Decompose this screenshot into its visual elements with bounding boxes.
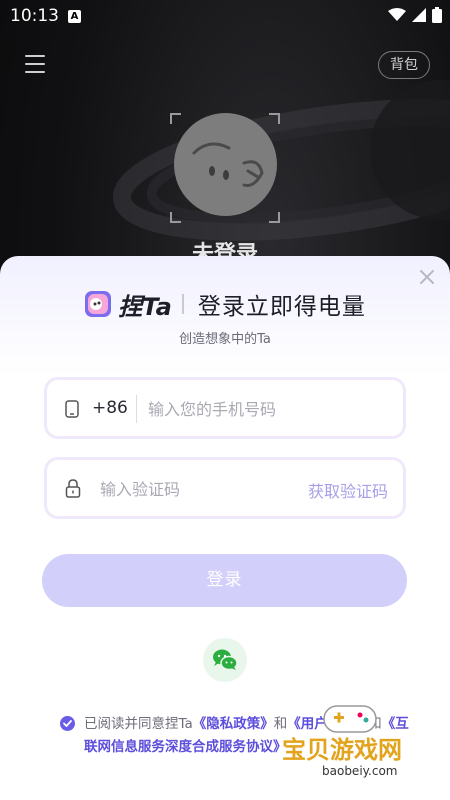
get-code-button[interactable]: 获取验证码	[308, 478, 388, 502]
watermark-text: 宝贝游戏网	[282, 736, 402, 764]
watermark: 宝贝游戏网 baobeiy.com	[280, 700, 440, 792]
notification-icon: A	[68, 10, 81, 23]
phone-icon	[65, 400, 79, 418]
sheet-title-row: 捏Ta 登录立即得电量	[0, 284, 450, 324]
wifi-icon	[388, 8, 406, 21]
wechat-icon	[213, 649, 238, 671]
login-button[interactable]: 登录	[42, 554, 407, 607]
field-divider	[136, 395, 137, 423]
watermark-url: baobeiy.com	[322, 764, 398, 778]
sheet-headline: 登录立即得电量	[197, 294, 366, 320]
wechat-login-button[interactable]	[203, 638, 247, 682]
phone-input[interactable]	[146, 393, 390, 425]
default-avatar-face-icon	[192, 142, 264, 187]
signal-icon	[412, 8, 426, 22]
avatar[interactable]	[174, 113, 277, 216]
agreement-prefix: 已阅读并同意捏Ta	[84, 716, 193, 732]
phone-field[interactable]: +86	[44, 377, 406, 439]
status-icons	[388, 7, 442, 23]
country-code[interactable]: +86	[92, 398, 128, 418]
verification-code-field[interactable]: 获取验证码	[44, 457, 406, 519]
privacy-policy-link[interactable]: 《隐私政策》	[193, 716, 274, 732]
menu-icon[interactable]	[25, 55, 45, 73]
verification-code-input[interactable]	[98, 473, 282, 505]
title-divider	[181, 294, 184, 314]
lock-icon	[65, 479, 81, 498]
battery-icon	[432, 7, 442, 23]
status-bar: 10:13 A	[0, 0, 450, 34]
sheet-subtitle: 创造想象中的Ta	[179, 332, 271, 347]
brand-name: 捏Ta	[118, 292, 172, 321]
status-time: 10:13	[10, 6, 59, 26]
app-logo-icon	[85, 291, 112, 317]
backpack-button[interactable]: 背包	[378, 51, 430, 79]
